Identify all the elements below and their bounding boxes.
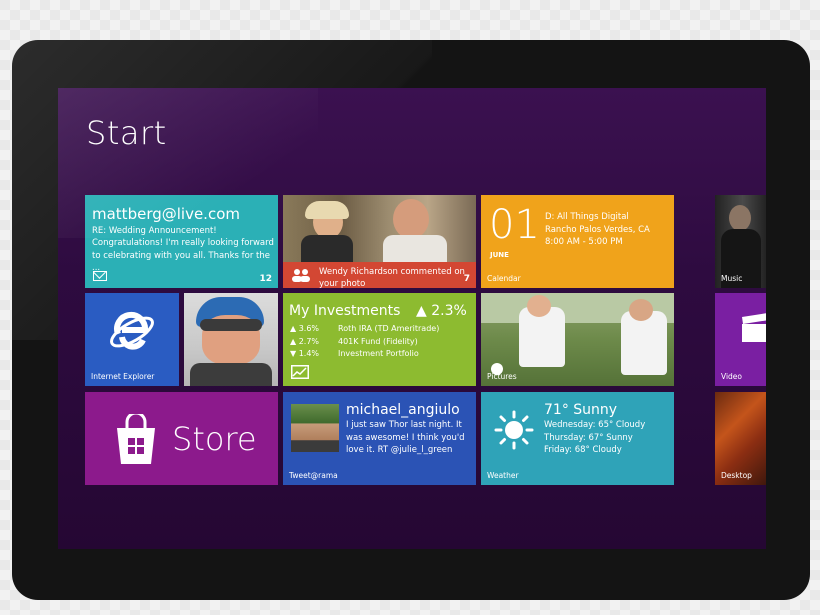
sun-icon <box>494 410 534 450</box>
video-label: Video <box>721 372 743 381</box>
investment-row: ▲ 3.6% Roth IRA (TD Ameritrade) <box>290 324 440 333</box>
investments-total-change: ▲ 2.3% <box>416 303 467 319</box>
forecast-day: Thursday: 67° Sunny <box>544 432 633 443</box>
calendar-month: JUNE <box>490 251 509 259</box>
calendar-event-time: 8:00 AM - 5:00 PM <box>545 237 623 247</box>
calendar-day: 01 <box>489 202 540 248</box>
calendar-event: D: All Things Digital Rancho Palos Verde… <box>545 211 650 249</box>
investment-row: ▲ 2.7% 401K Fund (Fidelity) <box>290 336 418 346</box>
investments-tile[interactable]: My Investments ▲ 2.3% ▲ 3.6% Roth IRA (TD… <box>283 293 476 386</box>
internet-explorer-tile[interactable]: Internet Explorer <box>85 293 179 386</box>
stock-chart-icon <box>291 365 309 379</box>
people-photo <box>283 195 476 262</box>
photo-tile[interactable] <box>184 293 278 386</box>
forecast-day: Wednesday: 65° Cloudy <box>544 420 646 430</box>
mail-count: 12 <box>259 274 272 284</box>
weather-current: 71° Sunny <box>544 402 618 418</box>
mail-tile[interactable]: mattberg@live.com RE: Wedding Announceme… <box>85 195 278 288</box>
investments-list: ▲ 3.6% Roth IRA (TD Ameritrade) ▲ 2.7% 401… <box>290 323 439 361</box>
page-title: Start <box>86 114 167 152</box>
music-tile[interactable]: Music <box>715 195 766 288</box>
tweet-username: michael_angiulo <box>346 402 460 418</box>
mail-body: Congratulations! I'm really looking forw… <box>92 238 274 273</box>
mail-subject: RE: Wedding Announcement! <box>92 226 217 236</box>
store-tile[interactable]: Store <box>85 392 278 485</box>
pictures-label: Pictures <box>487 372 517 381</box>
shopping-bag-icon <box>117 414 155 464</box>
weather-label: Weather <box>487 471 519 480</box>
tweet-tile[interactable]: michael_angiulo I just saw Thor last nig… <box>283 392 476 485</box>
video-tile[interactable]: Video <box>715 293 766 386</box>
people-count: 7 <box>463 274 470 284</box>
ie-label: Internet Explorer <box>91 372 155 381</box>
weather-forecast: Wednesday: 65° Cloudy Thursday: 67° Sunn… <box>544 419 645 457</box>
clapperboard-icon <box>742 313 766 342</box>
music-label: Music <box>721 274 743 283</box>
people-notification-bar: Wendy Richardson commented on your photo… <box>283 262 476 288</box>
desktop-tile[interactable]: Desktop <box>715 392 766 485</box>
calendar-event-title: D: All Things Digital <box>545 212 629 222</box>
tablet-bezel: Start mattberg@live.com RE: Wedding Anno… <box>12 40 810 600</box>
calendar-label: Calendar <box>487 274 521 283</box>
start-screen: Start mattberg@live.com RE: Wedding Anno… <box>58 88 766 549</box>
people-tile[interactable]: Wendy Richardson commented on your photo… <box>283 195 476 288</box>
calendar-tile[interactable]: 01 JUNE D: All Things Digital Rancho Pal… <box>481 195 674 288</box>
pictures-tile[interactable]: Pictures <box>481 293 674 386</box>
forecast-day: Friday: 68° Cloudy <box>544 445 622 455</box>
people-notification: Wendy Richardson commented on your photo <box>319 267 465 288</box>
store-label: Store <box>172 420 257 458</box>
mail-address: mattberg@live.com <box>92 205 240 223</box>
weather-tile[interactable]: 71° Sunny Wednesday: 65° Cloudy Thursday… <box>481 392 674 485</box>
investment-row: ▼ 1.4% Investment Portfolio <box>290 349 419 358</box>
tweet-text: I just saw Thor last night. It was aweso… <box>346 420 465 455</box>
calendar-event-location: Rancho Palos Verdes, CA <box>545 224 650 235</box>
ie-logo-icon <box>110 311 154 350</box>
mail-icon <box>93 271 107 281</box>
desktop-label: Desktop <box>721 471 752 480</box>
investments-title: My Investments <box>289 303 401 319</box>
tweet-label: Tweet@rama <box>289 471 338 480</box>
people-icon <box>292 269 310 282</box>
avatar <box>291 404 339 452</box>
